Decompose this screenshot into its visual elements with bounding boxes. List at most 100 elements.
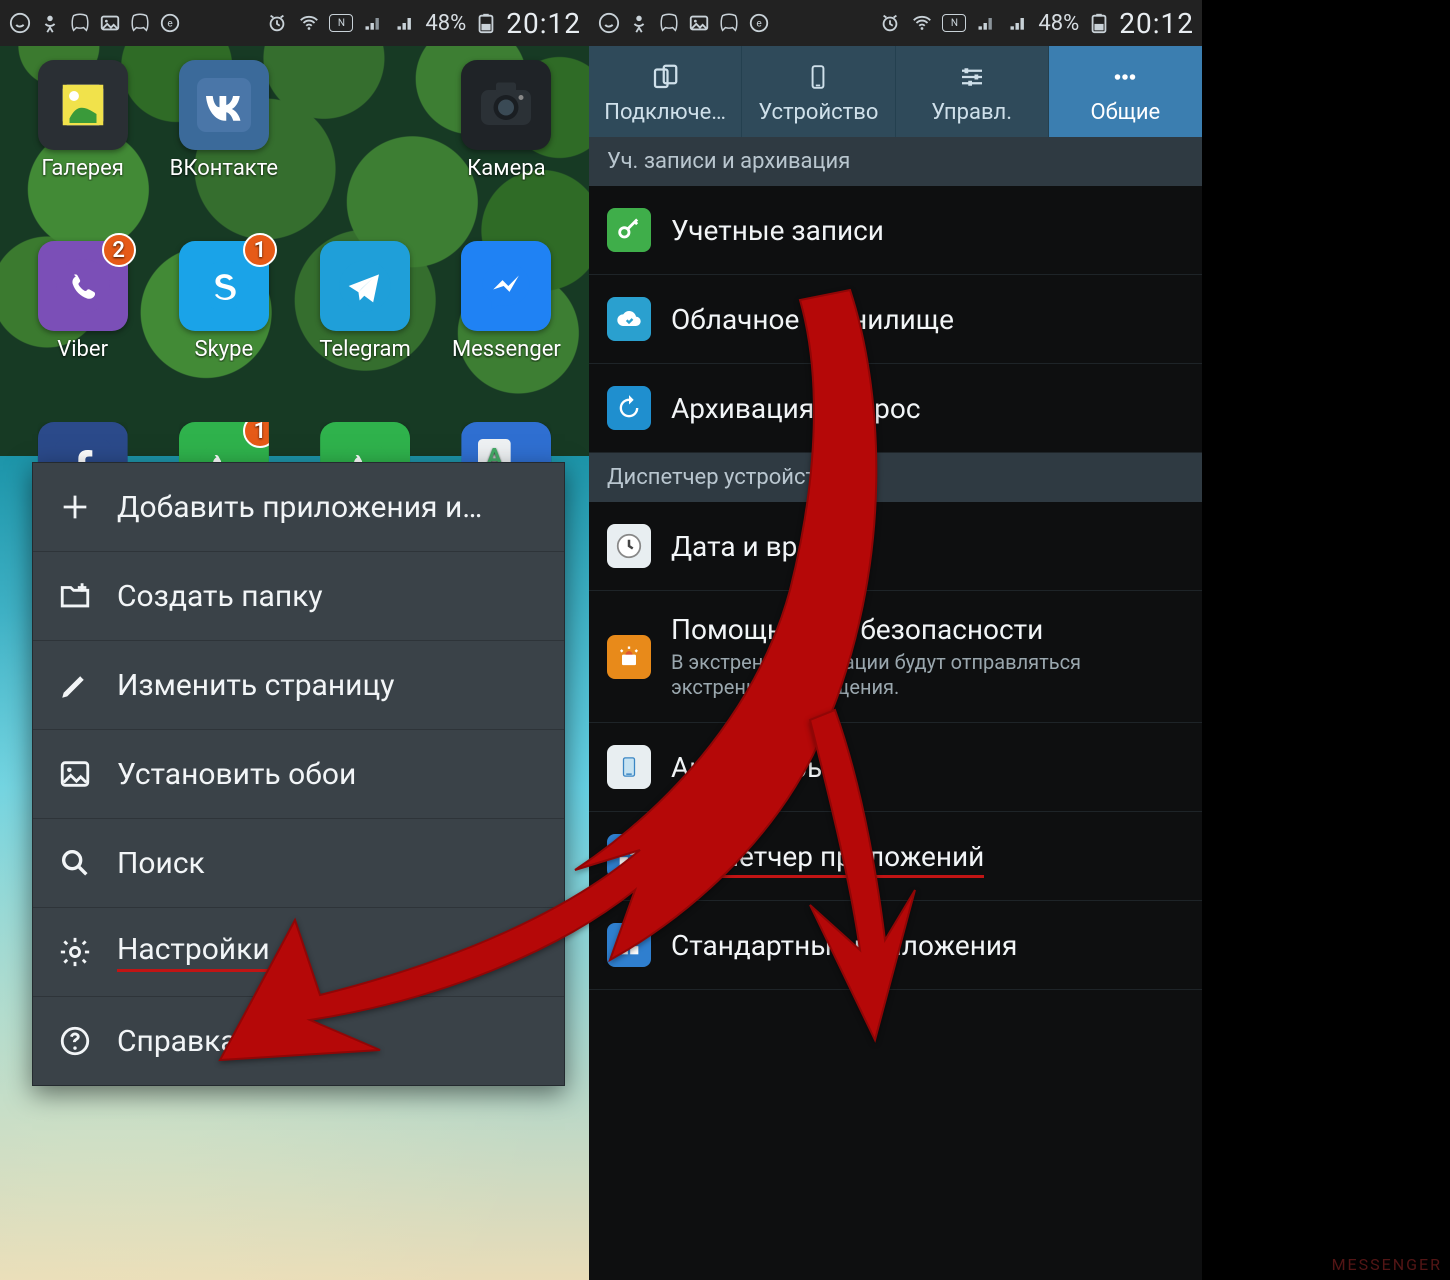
- home-context-menu: Добавить приложения и… Создать папку Изм…: [32, 462, 565, 1086]
- gallery-icon: [38, 60, 128, 150]
- app-Галерея[interactable]: Галерея: [12, 60, 153, 181]
- setting-Стандартные приложения[interactable]: Стандартные приложения: [589, 901, 1202, 990]
- cloud-icon: [607, 297, 651, 341]
- setting-Помощник по безопасности[interactable]: Помощник по безопасности В экстренной си…: [589, 591, 1202, 723]
- device-icon: [805, 60, 831, 94]
- vk-icon: [179, 60, 269, 150]
- settings-tabs: Подключе… Устройство Управл. Общие: [589, 46, 1202, 137]
- app-Messenger[interactable]: Messenger: [436, 241, 577, 362]
- battery-icon: [474, 11, 498, 35]
- setting-Дата и время[interactable]: Дата и время: [589, 502, 1202, 591]
- right-phone-settings: e N 48% 20:12 Подключе… Устройство Управ…: [589, 0, 1202, 1280]
- tab-Подключе…[interactable]: Подключе…: [589, 46, 742, 137]
- setting-Учетные записи[interactable]: Учетные записи: [589, 186, 1202, 275]
- odnoklassniki-icon: [627, 11, 651, 35]
- plus-icon: [55, 487, 95, 527]
- app-Skype[interactable]: 1 Skype: [153, 241, 294, 362]
- status-notification-icons: e: [8, 11, 182, 35]
- setting-title: Диспетчер приложений: [671, 840, 984, 873]
- app-ВКонтакте[interactable]: ВКонтакте: [153, 60, 294, 181]
- app-Камера[interactable]: Камера: [436, 60, 577, 181]
- setting-text: Диспетчер приложений: [671, 840, 984, 873]
- svg-text:e: e: [167, 19, 172, 30]
- dots-icon: [1110, 60, 1140, 94]
- setting-Аксессуары[interactable]: Аксессуары: [589, 723, 1202, 812]
- ctx-folder-plus[interactable]: Создать папку: [33, 552, 564, 641]
- setting-Архивация и сброс[interactable]: Архивация и сброс: [589, 364, 1202, 453]
- app-label: Telegram: [319, 337, 410, 362]
- setting-title: Архивация и сброс: [671, 392, 921, 425]
- setting-Диспетчер приложений[interactable]: Диспетчер приложений: [589, 812, 1202, 901]
- viber-icon: [657, 11, 681, 35]
- left-phone-home: e N 48% 20:12: [0, 0, 589, 1280]
- app-label: Камера: [467, 156, 545, 181]
- status-bar: e N 48% 20:12: [589, 0, 1202, 46]
- app-label: ВКонтакте: [170, 156, 278, 181]
- e-browser-icon: e: [158, 11, 182, 35]
- status-time: 20:12: [1119, 7, 1194, 40]
- ctx-help[interactable]: Справка: [33, 997, 564, 1085]
- siren-icon: [607, 635, 651, 679]
- tab-Управл.[interactable]: Управл.: [896, 46, 1049, 137]
- wifi-icon: [297, 11, 321, 35]
- alarm-icon: [878, 11, 902, 35]
- tab-label: Управл.: [931, 100, 1012, 125]
- nfc-icon: N: [329, 14, 353, 32]
- e-browser-icon: e: [747, 11, 771, 35]
- ctx-plus[interactable]: Добавить приложения и…: [33, 463, 564, 552]
- ctx-label: Справка: [117, 1024, 237, 1059]
- signal-icon: [393, 11, 417, 35]
- ctx-label: Добавить приложения и…: [117, 490, 482, 525]
- nfc-icon: N: [942, 14, 966, 32]
- ctx-wallpaper[interactable]: Установить обои: [33, 730, 564, 819]
- grid-icon: [607, 923, 651, 967]
- search-icon: [55, 843, 95, 883]
- help-icon: [55, 1021, 95, 1061]
- setting-Облачное хранилище[interactable]: Облачное хранилище: [589, 275, 1202, 364]
- app-label: Skype: [195, 337, 254, 362]
- app-label: Галерея: [41, 156, 123, 181]
- signal-icon: [361, 11, 385, 35]
- image-icon: [98, 11, 122, 35]
- section-header: Диспетчер устройств: [589, 453, 1202, 502]
- ctx-gear[interactable]: Настройки: [33, 908, 564, 997]
- app-Viber[interactable]: 2 Viber: [12, 241, 153, 362]
- app-Telegram[interactable]: Telegram: [295, 241, 436, 362]
- section-header: Уч. записи и архивация: [589, 137, 1202, 186]
- whatsapp-icon: [597, 11, 621, 35]
- setting-text: Архивация и сброс: [671, 392, 921, 425]
- status-right: N 48% 20:12: [265, 7, 581, 40]
- badge: 1: [243, 233, 277, 267]
- status-time: 20:12: [506, 7, 581, 40]
- tab-Общие[interactable]: Общие: [1049, 46, 1202, 137]
- svg-text:e: e: [756, 19, 761, 30]
- battery-pct: 48%: [425, 11, 466, 36]
- setting-text: Облачное хранилище: [671, 303, 954, 336]
- camera-icon: [461, 60, 551, 150]
- tab-Устройство[interactable]: Устройство: [742, 46, 895, 137]
- watermark: MESSENGER: [1332, 1255, 1442, 1274]
- app-label: Messenger: [452, 337, 561, 362]
- ctx-label: Поиск: [117, 846, 205, 881]
- setting-title: Аксессуары: [671, 751, 829, 784]
- grid-icon: [607, 834, 651, 878]
- viber-icon: [717, 11, 741, 35]
- setting-text: Учетные записи: [671, 214, 884, 247]
- app-label: Viber: [57, 337, 108, 362]
- ctx-search[interactable]: Поиск: [33, 819, 564, 908]
- signal-icon: [974, 11, 998, 35]
- settings-body: Уч. записи и архивация Учетные записи Об…: [589, 137, 1202, 990]
- viber-icon: 2: [38, 241, 128, 331]
- wallpaper-icon: [55, 754, 95, 794]
- setting-subtitle: В экстренной ситуации будут отправляться…: [671, 650, 1184, 700]
- gear-icon: [55, 932, 95, 972]
- battery-icon: [1087, 11, 1111, 35]
- key-icon: [607, 208, 651, 252]
- setting-title: Облачное хранилище: [671, 303, 954, 336]
- wifi-icon: [910, 11, 934, 35]
- ctx-pencil[interactable]: Изменить страницу: [33, 641, 564, 730]
- badge: 1: [243, 414, 277, 448]
- setting-text: Стандартные приложения: [671, 929, 1017, 962]
- ctx-label: Создать папку: [117, 579, 323, 614]
- viber-icon: [128, 11, 152, 35]
